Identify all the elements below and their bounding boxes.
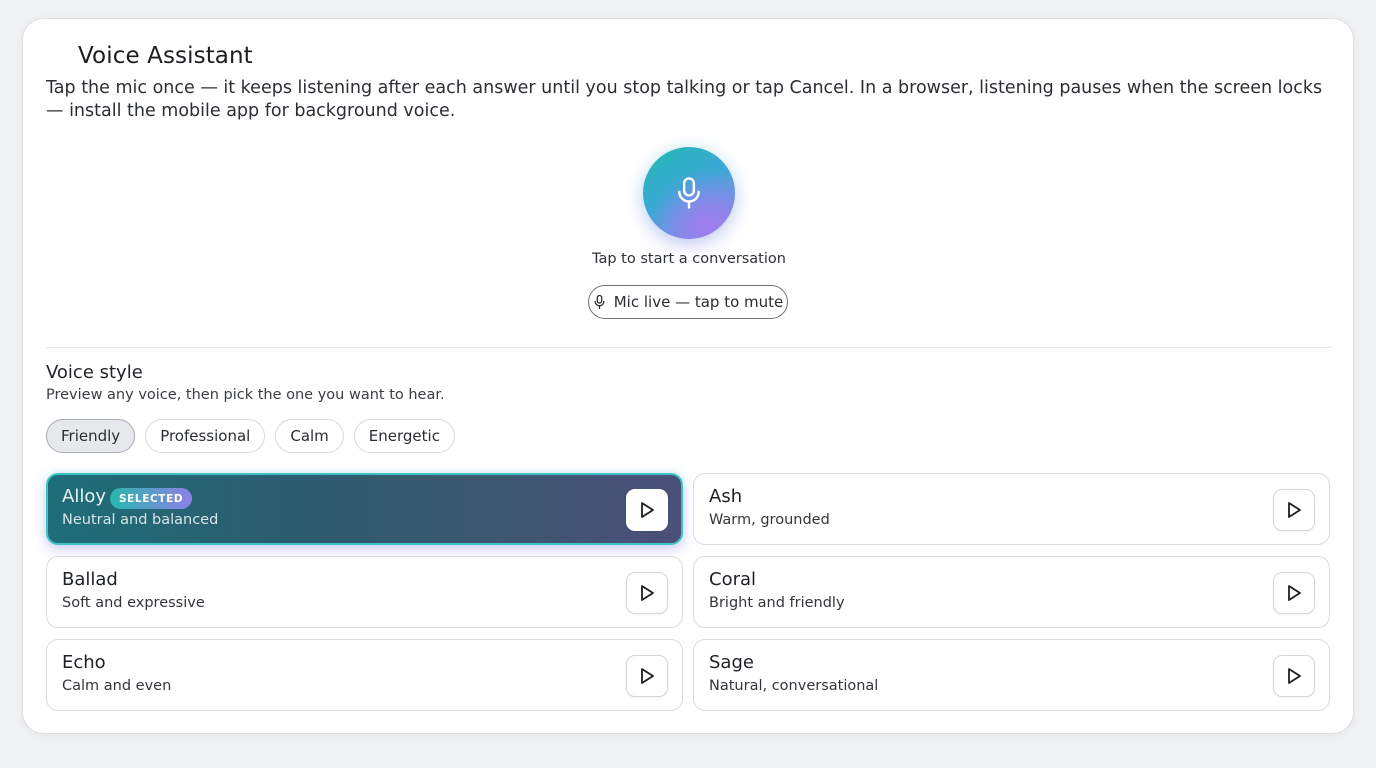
voice-card-alloy[interactable]: Alloy SELECTED Neutral and balanced [46,473,683,545]
play-icon [641,668,654,684]
voice-card-ballad[interactable]: Ballad Soft and expressive [46,556,683,628]
preview-play-button[interactable] [1273,572,1315,614]
voice-description: Neutral and balanced [62,512,219,528]
voice-name: Alloy [62,486,106,507]
microphone-icon [678,177,700,209]
style-chip-friendly[interactable]: Friendly [46,419,136,453]
voice-style-title: Voice style [46,362,143,383]
preview-play-button[interactable] [1273,489,1315,531]
preview-play-button[interactable] [626,572,668,614]
voice-card-ash[interactable]: Ash Warm, grounded [693,473,1330,545]
voice-description: Bright and friendly [709,595,845,611]
voice-name: Echo [62,652,106,673]
page-description: Tap the mic once — it keeps listening af… [46,78,1323,121]
play-icon [641,585,654,601]
voice-name: Sage [709,652,754,673]
voice-name: Ash [709,486,743,507]
voice-description: Warm, grounded [709,512,830,528]
preview-play-button[interactable] [626,489,668,531]
style-chip-energetic[interactable]: Energetic [353,419,455,453]
play-icon [1288,502,1301,518]
voice-description: Natural, conversational [709,678,879,694]
voice-assistant-card: Voice Assistant Tap the mic once — it ke… [22,18,1354,734]
mute-label: Mic live — tap to mute [613,293,784,311]
style-chip-calm[interactable]: Calm [275,419,344,453]
mute-toggle-button[interactable]: Mic live — tap to mute [588,285,788,319]
voice-card-coral[interactable]: Coral Bright and friendly [693,556,1330,628]
voice-description: Soft and expressive [62,595,205,611]
voice-name: Coral [709,569,757,590]
preview-play-button[interactable] [626,655,668,697]
voice-description: Calm and even [62,678,172,694]
voice-card-echo[interactable]: Echo Calm and even [46,639,683,711]
voice-card-sage[interactable]: Sage Natural, conversational [693,639,1330,711]
play-icon [641,502,654,518]
microphone-small-icon [594,294,605,310]
play-icon [1288,668,1301,684]
preview-play-button[interactable] [1273,655,1315,697]
section-divider [46,347,1332,348]
voice-style-subtitle: Preview any voice, then pick the one you… [46,387,445,403]
play-icon [1288,585,1301,601]
mic-hint: Tap to start a conversation [592,251,786,267]
style-chip-professional[interactable]: Professional [145,419,266,453]
mic-button[interactable] [643,147,735,239]
style-chip-group: Friendly Professional Calm Energetic [46,419,455,453]
voice-name: Ballad [62,569,118,590]
selected-badge: SELECTED [110,488,193,509]
page-title: Voice Assistant [78,43,253,69]
